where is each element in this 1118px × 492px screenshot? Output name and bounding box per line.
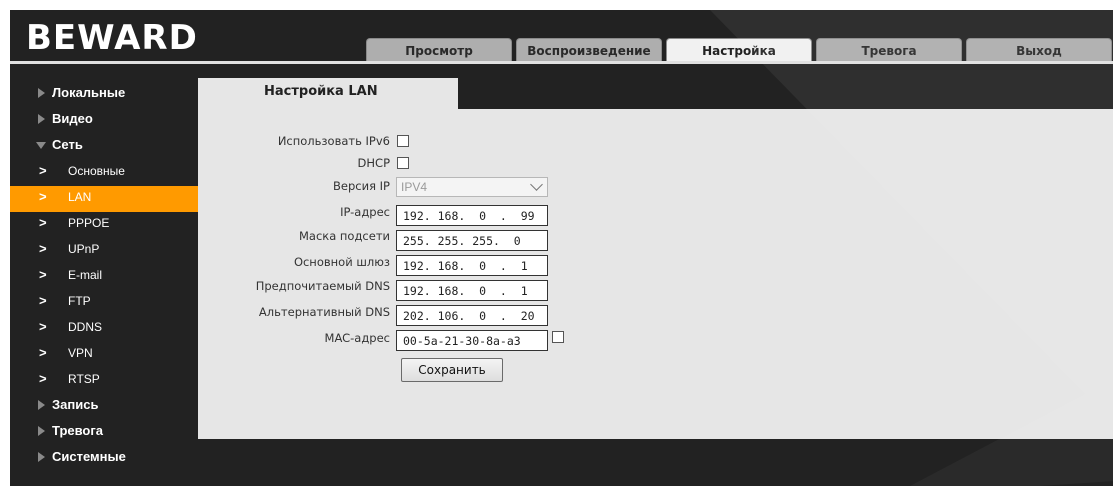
ip-address-label: IP-адрес: [340, 205, 390, 219]
ip-version-value: IPV4: [401, 180, 428, 194]
triangle-right-icon: [38, 426, 45, 436]
chevron-right-icon: >: [39, 293, 47, 308]
sidebar-item-record[interactable]: Запись: [10, 394, 200, 420]
sidebar-subitem-pppoe[interactable]: > PPPOE: [10, 212, 200, 238]
preferred-dns-field[interactable]: 192. 168. 0 . 1: [396, 280, 548, 301]
sidebar-subitem-upnp[interactable]: > UPnP: [10, 238, 200, 264]
triangle-right-icon: [38, 452, 45, 462]
use-ipv6-checkbox[interactable]: [397, 135, 409, 147]
sidebar-subitem-label: FTP: [68, 294, 91, 308]
tab-view[interactable]: Просмотр: [366, 38, 512, 62]
dhcp-label: DHCP: [357, 156, 390, 170]
save-button[interactable]: Сохранить: [401, 358, 503, 382]
sidebar-item-alarm[interactable]: Тревога: [10, 420, 200, 446]
sidebar-subitem-email[interactable]: > E-mail: [10, 264, 200, 290]
sidebar-item-label: Системные: [52, 449, 126, 464]
sidebar: Локальные Видео Сеть > Основные > LAN > …: [10, 82, 200, 472]
sidebar-subitem-basic[interactable]: > Основные: [10, 160, 200, 186]
logo-text: BEWARD: [26, 18, 198, 58]
gateway-label: Основной шлюз: [293, 255, 390, 269]
subnet-mask-field[interactable]: 255. 255. 255. 0: [396, 230, 548, 251]
tab-underline: [10, 61, 1113, 64]
sidebar-item-label: Локальные: [52, 85, 126, 100]
sidebar-item-label: Видео: [52, 111, 93, 126]
ip-version-label: Версия IP: [333, 179, 390, 193]
beward-logo: BEWARD: [26, 16, 198, 60]
chevron-right-icon: >: [39, 371, 47, 386]
triangle-right-icon: [38, 400, 45, 410]
mac-address-checkbox[interactable]: [552, 331, 564, 343]
sidebar-subitem-ftp[interactable]: > FTP: [10, 290, 200, 316]
sidebar-item-video[interactable]: Видео: [10, 108, 200, 134]
use-ipv6-label: Использовать IPv6: [277, 134, 390, 148]
alternate-dns-field[interactable]: 202. 106. 0 . 20: [396, 305, 548, 326]
mac-address-field[interactable]: 00-5a-21-30-8a-a3: [396, 330, 548, 351]
sidebar-subitem-label: RTSP: [68, 372, 100, 386]
alternate-dns-label: Альтернативный DNS: [258, 305, 390, 319]
sidebar-subitem-label: UPnP: [68, 242, 100, 256]
sidebar-item-label: Запись: [52, 397, 99, 412]
sidebar-item-system[interactable]: Системные: [10, 446, 200, 472]
subnet-mask-label: Маска подсети: [298, 229, 390, 243]
chevron-right-icon: >: [39, 215, 47, 230]
tab-settings[interactable]: Настройка: [666, 38, 812, 62]
app-frame: BEWARD Просмотр Воспроизведение Настройк…: [10, 10, 1113, 486]
gateway-field[interactable]: 192. 168. 0 . 1: [396, 255, 548, 276]
sidebar-subitem-label: E-mail: [68, 268, 103, 282]
sidebar-subitem-vpn[interactable]: > VPN: [10, 342, 200, 368]
triangle-down-icon: [36, 142, 46, 149]
chevron-right-icon: >: [39, 267, 47, 282]
sidebar-item-label: Тревога: [52, 423, 104, 438]
ip-version-select[interactable]: IPV4: [396, 177, 548, 197]
triangle-right-icon: [38, 88, 45, 98]
triangle-right-icon: [38, 114, 45, 124]
sidebar-item-network[interactable]: Сеть: [10, 134, 200, 160]
panel-title: Настройка LAN: [264, 84, 378, 99]
sidebar-subitem-label: DDNS: [68, 320, 103, 334]
sidebar-subitem-lan[interactable]: > LAN: [10, 186, 198, 212]
chevron-right-icon: >: [39, 345, 47, 360]
ip-address-field[interactable]: 192. 168. 0 . 99: [396, 205, 548, 226]
sidebar-subitem-label: VPN: [68, 346, 93, 360]
mac-address-label: MAC-адрес: [324, 331, 390, 345]
sidebar-item-local[interactable]: Локальные: [10, 82, 200, 108]
sidebar-subitem-label: PPPOE: [68, 216, 110, 230]
dhcp-checkbox[interactable]: [397, 157, 409, 169]
sidebar-subitem-rtsp[interactable]: > RTSP: [10, 368, 200, 394]
tab-playback[interactable]: Воспроизведение: [516, 38, 662, 62]
chevron-right-icon: >: [39, 241, 47, 256]
sidebar-subitem-ddns[interactable]: > DDNS: [10, 316, 200, 342]
tab-alarm[interactable]: Тревога: [816, 38, 962, 62]
chevron-right-icon: >: [39, 189, 47, 204]
sidebar-subitem-label: Основные: [68, 164, 125, 178]
chevron-right-icon: >: [39, 163, 47, 178]
chevron-down-icon: [530, 178, 543, 191]
sidebar-subitem-label: LAN: [68, 190, 92, 204]
tab-exit[interactable]: Выход: [966, 38, 1112, 62]
chevron-right-icon: >: [39, 319, 47, 334]
sidebar-item-label: Сеть: [52, 137, 83, 152]
preferred-dns-label: Предпочитаемый DNS: [255, 279, 390, 293]
